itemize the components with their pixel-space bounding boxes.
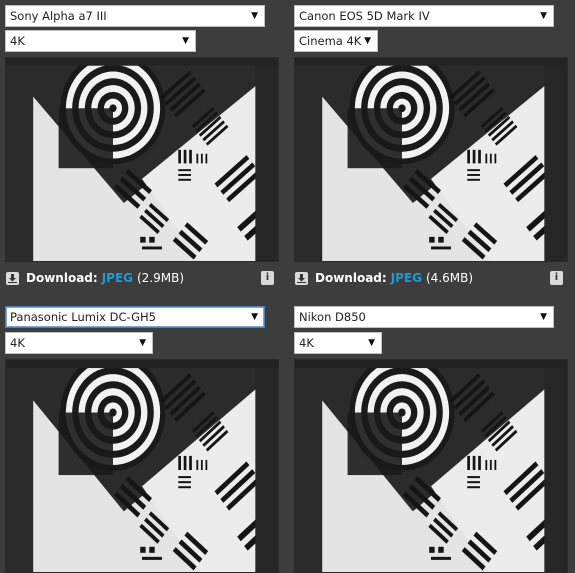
sample-image-2[interactable]: [294, 57, 568, 262]
mode-select-3[interactable]: 4K ▼: [5, 332, 153, 354]
camera-select-value: Canon EOS 5D Mark IV: [299, 9, 430, 23]
camera-select-3[interactable]: Panasonic Lumix DC-GH5 ▼: [5, 306, 265, 328]
sample-image-3[interactable]: [5, 359, 279, 573]
info-icon[interactable]: i: [261, 271, 274, 285]
camera-select-value: Sony Alpha a7 III: [10, 9, 107, 23]
chevron-down-icon: ▼: [368, 338, 375, 348]
file-size: (2.9MB): [137, 271, 185, 285]
mode-select-value: 4K: [10, 34, 25, 48]
chevron-down-icon: ▼: [251, 11, 258, 21]
jpeg-download-link[interactable]: JPEG: [102, 271, 133, 285]
test-chart-image: [295, 360, 567, 572]
download-bar-1: Download: JPEG (2.9MB): [6, 269, 184, 287]
test-chart-image: [295, 58, 567, 261]
camera-select-1[interactable]: Sony Alpha a7 III ▼: [5, 5, 265, 27]
mode-select-value: 4K: [10, 336, 25, 350]
chevron-down-icon: ▼: [139, 338, 146, 348]
download-icon[interactable]: [6, 271, 19, 285]
file-size: (4.6MB): [426, 271, 474, 285]
download-label: Download:: [315, 271, 387, 285]
camera-select-value: Panasonic Lumix DC-GH5: [10, 310, 156, 324]
chevron-down-icon: ▼: [182, 36, 189, 46]
test-chart-image: [6, 58, 278, 261]
download-label: Download:: [26, 271, 98, 285]
test-chart-image: [6, 360, 278, 572]
camera-select-2[interactable]: Canon EOS 5D Mark IV ▼: [294, 5, 554, 27]
sample-image-4[interactable]: [294, 359, 568, 573]
chevron-down-icon: ▼: [364, 36, 371, 46]
camera-select-4[interactable]: Nikon D850 ▼: [294, 306, 554, 328]
mode-select-value: 4K: [299, 336, 314, 350]
download-icon[interactable]: [295, 271, 308, 285]
mode-select-2[interactable]: Cinema 4K ▼: [294, 30, 378, 52]
camera-select-value: Nikon D850: [299, 310, 366, 324]
jpeg-download-link[interactable]: JPEG: [391, 271, 422, 285]
info-icon[interactable]: i: [550, 271, 563, 285]
chevron-down-icon: ▼: [251, 312, 258, 322]
mode-select-value: Cinema 4K: [299, 34, 362, 48]
sample-image-1[interactable]: [5, 57, 279, 262]
mode-select-4[interactable]: 4K ▼: [294, 332, 382, 354]
chevron-down-icon: ▼: [540, 11, 547, 21]
mode-select-1[interactable]: 4K ▼: [5, 30, 196, 52]
download-bar-2: Download: JPEG (4.6MB): [295, 269, 473, 287]
chevron-down-icon: ▼: [540, 312, 547, 322]
